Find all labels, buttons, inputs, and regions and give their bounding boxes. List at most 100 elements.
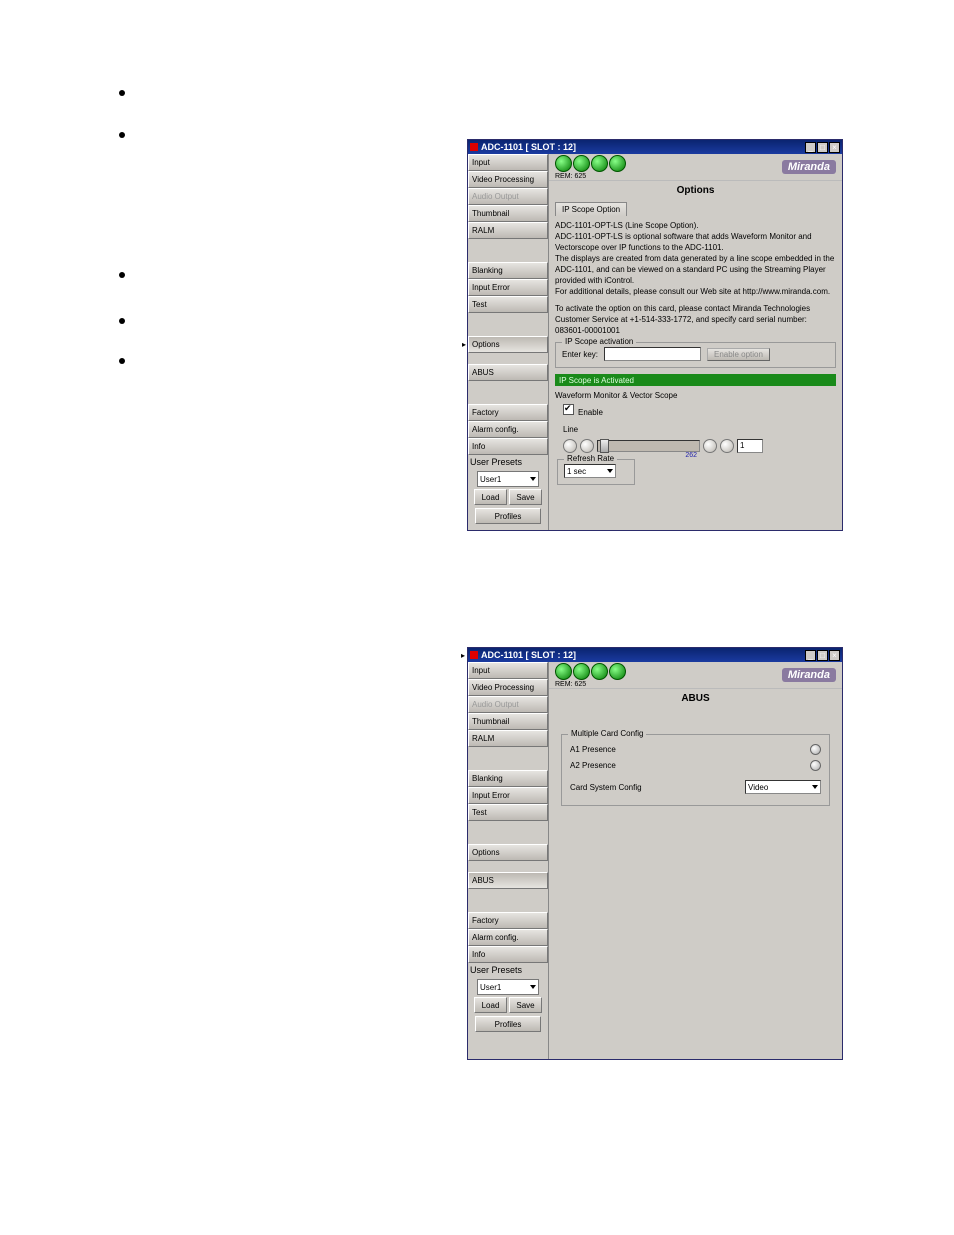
preset-select[interactable]: User1 [477, 979, 539, 995]
sidebar-item-input[interactable]: Input [468, 154, 548, 171]
chevron-down-icon [812, 785, 818, 789]
refresh-rate-select[interactable]: 1 sec [564, 464, 616, 478]
doc-bullet [119, 358, 125, 364]
slider-inc-button[interactable] [703, 439, 717, 453]
save-button[interactable]: Save [509, 997, 542, 1013]
save-button[interactable]: Save [509, 489, 542, 505]
sidebar-item-factory[interactable]: Factory [468, 912, 548, 929]
sidebar-item-input-error[interactable]: Input Error [468, 279, 548, 296]
status-icon [591, 663, 608, 680]
user-presets-header: User Presets [468, 455, 548, 469]
slider-thumb[interactable] [600, 439, 609, 453]
chevron-down-icon [530, 477, 536, 481]
a1-presence-indicator [810, 744, 821, 755]
sidebar-item-input-error[interactable]: Input Error [468, 787, 548, 804]
slider-max: 262 [685, 450, 697, 461]
tab-ip-scope-option[interactable]: IP Scope Option [555, 202, 627, 216]
options-window: ADC-1101 [ SLOT : 12] _ □ × Input Video … [467, 139, 843, 531]
brand-logo: Miranda [782, 160, 836, 174]
doc-bullet [119, 318, 125, 324]
a2-presence-label: A2 Presence [570, 761, 616, 770]
profiles-button[interactable]: Profiles [475, 1016, 541, 1032]
sidebar-item-input[interactable]: Input [468, 662, 548, 679]
content-pane: REM: 625 Miranda Options IP Scope Option… [549, 154, 842, 530]
sidebar-item-audio-output[interactable]: Audio Output [468, 696, 548, 713]
chevron-down-icon [607, 469, 613, 473]
status-icon [609, 663, 626, 680]
a2-presence-indicator [810, 760, 821, 771]
sidebar-item-video-processing[interactable]: Video Processing [468, 171, 548, 188]
sidebar-item-info[interactable]: Info [468, 438, 548, 455]
line-value-input[interactable]: 1 [737, 439, 763, 453]
sidebar-item-blanking[interactable]: Blanking [468, 262, 548, 279]
sidebar-item-alarm-config[interactable]: Alarm config. [468, 929, 548, 946]
status-icon [555, 663, 572, 680]
line-slider[interactable]: 262 [597, 440, 700, 452]
profiles-button[interactable]: Profiles [475, 508, 541, 524]
key-input[interactable] [604, 347, 701, 361]
sidebar-item-ralm[interactable]: RALM [468, 222, 548, 239]
sidebar: Input Video Processing Audio Output Thum… [468, 662, 549, 1059]
info-text: To activate the option on this card, ple… [555, 303, 836, 336]
close-icon[interactable]: × [829, 142, 840, 153]
header-subtext: REM: 625 [555, 681, 626, 688]
sidebar-item-options[interactable]: ▸Options [468, 844, 548, 861]
user-presets-header: User Presets [468, 963, 548, 977]
sidebar-item-thumbnail[interactable]: Thumbnail [468, 205, 548, 222]
group-legend: Multiple Card Config [568, 729, 646, 738]
sidebar-item-test[interactable]: Test [468, 804, 548, 821]
minimize-icon[interactable]: _ [805, 650, 816, 661]
sidebar-item-video-processing[interactable]: Video Processing [468, 679, 548, 696]
sidebar-item-factory[interactable]: Factory [468, 404, 548, 421]
sidebar-item-abus[interactable]: ABUS [468, 872, 548, 889]
enable-checkbox-label: Enable [578, 408, 603, 417]
card-system-config-select[interactable]: Video [745, 780, 821, 794]
load-button[interactable]: Load [474, 489, 507, 505]
sidebar-item-test[interactable]: Test [468, 296, 548, 313]
content-pane: REM: 625 Miranda ABUS Multiple Card Conf… [549, 662, 842, 1059]
close-icon[interactable]: × [829, 650, 840, 661]
doc-bullet [119, 272, 125, 278]
group-legend: IP Scope activation [562, 337, 636, 346]
enable-option-button[interactable]: Enable option [707, 348, 770, 361]
info-text: For additional details, please consult o… [555, 286, 836, 297]
enter-key-label: Enter key: [562, 350, 598, 359]
status-icon [591, 155, 608, 172]
minimize-icon[interactable]: _ [805, 142, 816, 153]
abus-window: ADC-1101 [ SLOT : 12] _ □ × Input Video … [467, 647, 843, 1060]
page-title: Options [549, 185, 842, 196]
status-icon [573, 155, 590, 172]
info-text: ADC-1101-OPT-LS (Line Scope Option). [555, 220, 836, 231]
load-button[interactable]: Load [474, 997, 507, 1013]
sidebar-item-alarm-config[interactable]: Alarm config. [468, 421, 548, 438]
enable-checkbox[interactable] [563, 404, 574, 415]
brand-logo: Miranda [782, 668, 836, 682]
slider-dec-button[interactable] [563, 439, 577, 453]
sidebar-item-blanking[interactable]: Blanking [468, 770, 548, 787]
preset-select[interactable]: User1 [477, 471, 539, 487]
titlebar[interactable]: ADC-1101 [ SLOT : 12] _ □ × [468, 140, 842, 154]
doc-bullet [119, 90, 125, 96]
slider-dec-button[interactable] [580, 439, 594, 453]
maximize-icon[interactable]: □ [817, 650, 828, 661]
maximize-icon[interactable]: □ [817, 142, 828, 153]
sidebar-item-ralm[interactable]: RALM [468, 730, 548, 747]
sidebar-item-info[interactable]: Info [468, 946, 548, 963]
info-text: ADC-1101-OPT-LS is optional software tha… [555, 231, 836, 253]
status-icon [555, 155, 572, 172]
sidebar-item-options[interactable]: ▸Options [468, 336, 548, 353]
titlebar[interactable]: ADC-1101 [ SLOT : 12] _ □ × [468, 648, 842, 662]
sidebar-item-thumbnail[interactable]: Thumbnail [468, 713, 548, 730]
info-text: The displays are created from data gener… [555, 253, 836, 286]
sidebar-item-audio-output[interactable]: Audio Output [468, 188, 548, 205]
chevron-down-icon [530, 985, 536, 989]
slider-inc-button[interactable] [720, 439, 734, 453]
line-label: Line [563, 424, 836, 435]
wv-label: Waveform Monitor & Vector Scope [555, 390, 836, 401]
doc-bullet [119, 132, 125, 138]
sidebar-item-abus[interactable]: ABUS [468, 364, 548, 381]
ip-scope-activation-group: IP Scope activation Enter key: Enable op… [555, 342, 836, 368]
app-icon [470, 143, 478, 151]
status-activated: IP Scope is Activated [555, 374, 836, 386]
status-icon [573, 663, 590, 680]
